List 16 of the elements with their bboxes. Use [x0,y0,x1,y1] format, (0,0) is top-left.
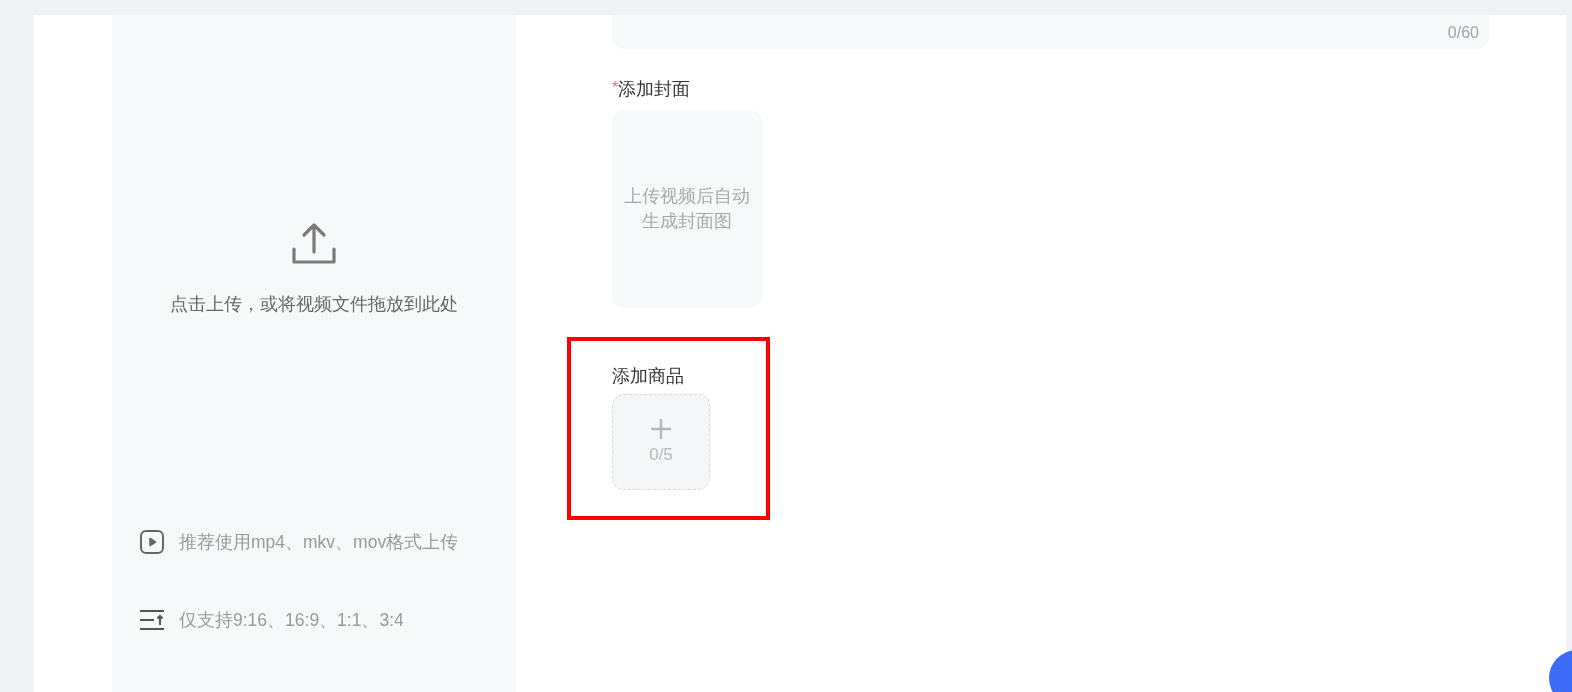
plus-icon [651,419,671,439]
cover-label: 添加封面 [618,79,691,99]
add-product-button[interactable]: 0/5 [612,394,710,490]
upload-prompt: 点击上传，或将视频文件拖放到此处 [170,293,458,316]
required-mark: * [612,79,619,96]
video-file-icon [140,530,164,554]
cover-hint-text: 上传视频后自动生成封面图 [624,185,750,233]
upload-hint-text: 仅支持9:16、16:9、1:1、3:4 [179,609,404,632]
floating-action-button[interactable] [1549,650,1572,692]
upload-dropzone[interactable]: 点击上传，或将视频文件拖放到此处 推荐使用mp4、mkv、mov格式上传 仅支持9:16、16:9、1:1、3:4 [112,15,516,692]
product-label: 添加商品 [612,366,684,386]
character-counter: 0/60 [1447,23,1479,43]
upload-hint-text: 推荐使用mp4、mkv、mov格式上传 [179,531,459,554]
text-area-field[interactable]: 0/60 [612,15,1489,49]
lines-up-arrow-icon [140,609,164,631]
upload-icon [292,222,336,266]
